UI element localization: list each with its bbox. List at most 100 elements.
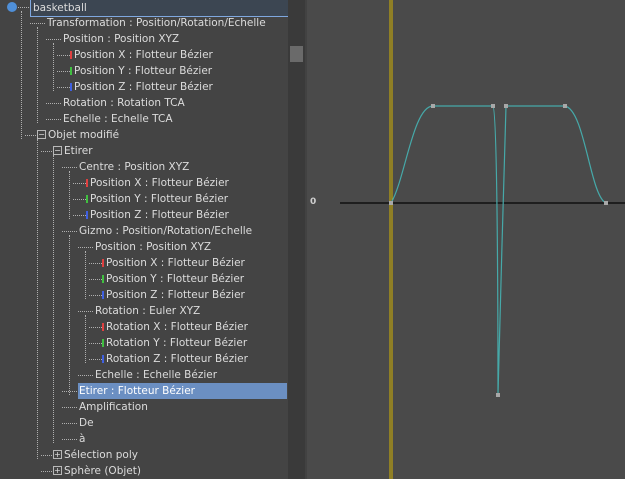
tree-item[interactable]: Etirer : Flotteur Bézier — [0, 383, 288, 399]
tree-guide-line — [53, 43, 54, 91]
expand-toggle-icon[interactable]: + — [53, 450, 62, 459]
axis-z-color-icon — [86, 211, 88, 219]
tree-guide-line — [37, 27, 38, 123]
tree-item-label: Position Y : Flotteur Bézier — [106, 273, 245, 285]
tree-item-label: Objet modifié — [48, 129, 120, 141]
tree-item[interactable]: Centre : Position XYZ — [0, 159, 288, 175]
tree-guide-line — [69, 171, 70, 219]
tree-item[interactable]: Position X : Flotteur Bézier — [0, 47, 288, 63]
tree-item-label: Sphère (Objet) — [64, 465, 141, 477]
tree-item[interactable]: Position Y : Flotteur Bézier — [0, 271, 288, 287]
tree-connector — [41, 455, 52, 456]
tree-connector — [46, 103, 61, 104]
tree-item[interactable]: Position : Position XYZ — [0, 239, 288, 255]
tree-item[interactable]: + Sélection poly — [0, 447, 288, 463]
tree-item[interactable]: Rotation Z : Flotteur Bézier — [0, 351, 288, 367]
tree-item[interactable]: Position X : Flotteur Bézier — [0, 255, 288, 271]
tree-item[interactable]: De — [0, 415, 288, 431]
expand-toggle-icon[interactable]: + — [53, 466, 62, 475]
keyframe-point[interactable] — [504, 104, 508, 108]
tree-item-label: Position X : Flotteur Bézier — [106, 257, 245, 269]
tree-item[interactable]: Rotation : Rotation TCA — [0, 95, 288, 111]
tree-item[interactable]: Position X : Flotteur Bézier — [0, 175, 288, 191]
tree-connector — [46, 39, 61, 40]
tree-item[interactable]: Echelle : Echelle Bézier — [0, 367, 288, 383]
tree-item[interactable]: − Objet modifié — [0, 127, 288, 143]
keyframe-point[interactable] — [491, 104, 495, 108]
keyframe-point[interactable] — [604, 201, 608, 205]
tree-item[interactable]: + Sphère (Objet) — [0, 463, 288, 479]
axis-x-color-icon — [86, 179, 88, 187]
tree-guide-line — [53, 155, 54, 443]
tree-item-label: Position Z : Flotteur Bézier — [90, 209, 229, 221]
tree-guide-line — [69, 235, 70, 395]
tree-item[interactable]: Amplification — [0, 399, 288, 415]
tree-item-label: à — [79, 433, 86, 445]
tree-item[interactable]: − Etirer — [0, 143, 288, 159]
tree-item[interactable]: Position Y : Flotteur Bézier — [0, 191, 288, 207]
axis-y-color-icon — [102, 275, 104, 283]
curve-canvas[interactable] — [305, 0, 625, 479]
tree-item-label: De — [79, 417, 94, 429]
tree-item[interactable]: Rotation Y : Flotteur Bézier — [0, 335, 288, 351]
axis-y-color-icon — [70, 67, 72, 75]
tree-item[interactable]: Rotation X : Flotteur Bézier — [0, 319, 288, 335]
tree-item-label: Amplification — [79, 401, 148, 413]
tree-item-label: Position Z : Flotteur Bézier — [106, 289, 245, 301]
tree-item-label: Position Y : Flotteur Bézier — [90, 193, 229, 205]
tree-item-label: Centre : Position XYZ — [79, 161, 190, 173]
axis-x-color-icon — [102, 323, 104, 331]
tree-root-item[interactable]: basketball — [0, 0, 288, 17]
curve-editor-graph[interactable]: 0 — [305, 0, 625, 479]
tree-guide-line — [85, 251, 86, 299]
tree-connector — [18, 7, 29, 8]
collapse-toggle-icon[interactable]: − — [53, 146, 62, 155]
axis-z-color-icon — [70, 83, 72, 91]
tree-item[interactable]: Position : Position XYZ — [0, 31, 288, 47]
tree-item[interactable]: Transformation : Position/Rotation/Echel… — [0, 15, 288, 31]
controller-tree-panel: basketball Transformation : Position/Rota… — [0, 0, 288, 479]
axis-y-color-icon — [86, 195, 88, 203]
tree-connector — [41, 471, 52, 472]
tree-connector — [62, 231, 77, 232]
tree-item[interactable]: Rotation : Euler XYZ — [0, 303, 288, 319]
tree-item-label: Rotation Y : Flotteur Bézier — [106, 337, 248, 349]
tree-guide-line — [85, 315, 86, 363]
tree-item-label: Rotation : Euler XYZ — [95, 305, 201, 317]
tree-item-label: Position Y : Flotteur Bézier — [74, 65, 213, 77]
keyframe-point[interactable] — [431, 104, 435, 108]
tree-connector — [62, 439, 77, 440]
tree-item-label: Transformation : Position/Rotation/Echel… — [47, 17, 266, 29]
tree-item[interactable]: Position Z : Flotteur Bézier — [0, 207, 288, 223]
keyframe-point[interactable] — [389, 201, 393, 205]
tree-connector — [30, 23, 45, 24]
tree-item[interactable]: Gizmo : Position/Rotation/Echelle — [0, 223, 288, 239]
tree-item-label: Position : Position XYZ — [95, 241, 212, 253]
keyframe-point[interactable] — [496, 393, 500, 397]
tree-connector — [25, 135, 36, 136]
tree-item[interactable]: à — [0, 431, 288, 447]
tree-item[interactable]: Position Z : Flotteur Bézier — [0, 287, 288, 303]
axis-z-color-icon — [102, 291, 104, 299]
etirer-curve[interactable] — [390, 105, 607, 396]
tree-connector — [62, 167, 77, 168]
tree-item-label: Sélection poly — [64, 449, 138, 461]
tree-item[interactable]: Echelle : Echelle TCA — [0, 111, 288, 127]
tree-item[interactable]: Position Y : Flotteur Bézier — [0, 63, 288, 79]
tree-item-label: Position X : Flotteur Bézier — [90, 177, 229, 189]
tree-guide-line — [21, 11, 22, 139]
tree-item[interactable]: Position Z : Flotteur Bézier — [0, 79, 288, 95]
tree-scrollbar[interactable] — [288, 0, 305, 479]
tree-connector — [78, 375, 93, 376]
tree-connector — [78, 247, 93, 248]
tree-item-label: Etirer — [64, 145, 93, 157]
collapse-toggle-icon[interactable]: − — [37, 130, 46, 139]
tree-item-label: Rotation X : Flotteur Bézier — [106, 321, 248, 333]
tree-item-label: Rotation : Rotation TCA — [63, 97, 185, 109]
keyframe-point[interactable] — [563, 104, 567, 108]
tree-connector — [78, 311, 93, 312]
scrollbar-thumb[interactable] — [290, 46, 303, 62]
tree-item-label: Gizmo : Position/Rotation/Echelle — [79, 225, 253, 237]
axis-y-color-icon — [102, 339, 104, 347]
tree-connector — [62, 423, 77, 424]
